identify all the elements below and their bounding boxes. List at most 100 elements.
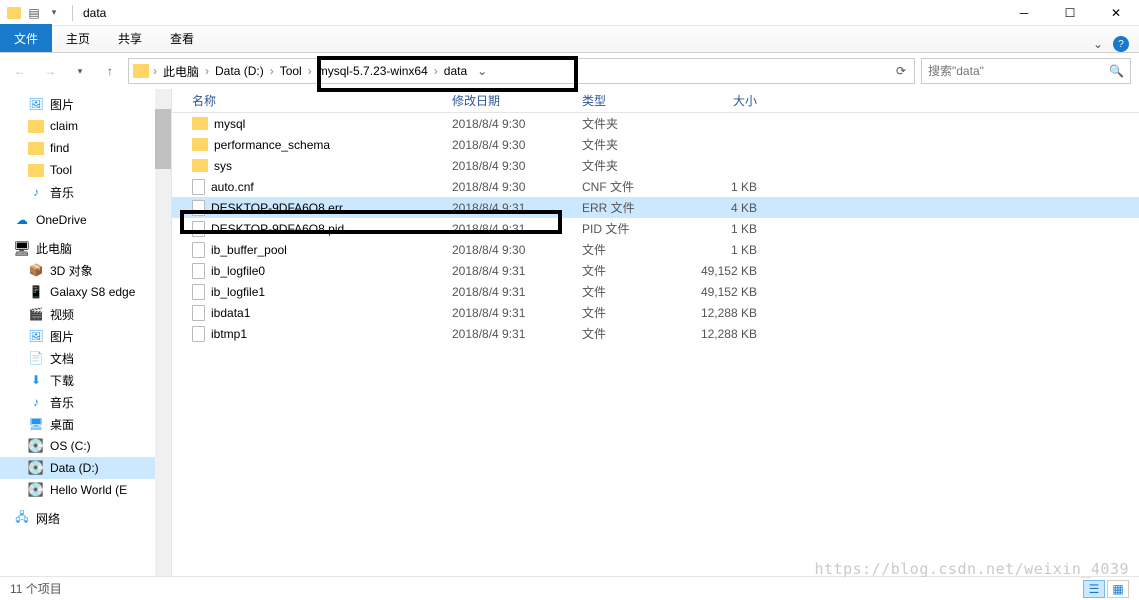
chevron-right-icon[interactable]: › bbox=[203, 64, 211, 78]
breadcrumb-dropdown[interactable]: ⌄ bbox=[471, 64, 493, 78]
file-size: 12,288 KB bbox=[687, 327, 777, 341]
file-date: 2018/8/4 9:30 bbox=[452, 138, 582, 152]
sidebar-item[interactable]: Hello World (E bbox=[0, 479, 171, 501]
chevron-right-icon[interactable]: › bbox=[432, 64, 440, 78]
qat-dropdown[interactable]: ▾ bbox=[46, 5, 62, 21]
sidebar-label: 下载 bbox=[50, 372, 74, 389]
sidebar-thispc[interactable]: 此电脑 bbox=[0, 237, 171, 259]
file-icon bbox=[192, 242, 205, 258]
folder-icon bbox=[28, 142, 44, 155]
file-name-cell: auto.cnf bbox=[192, 179, 452, 195]
file-date: 2018/8/4 9:31 bbox=[452, 327, 582, 341]
tab-share[interactable]: 共享 bbox=[104, 24, 156, 52]
sidebar-item[interactable]: ♪音乐 bbox=[0, 181, 171, 203]
breadcrumb[interactable]: › 此电脑 › Data (D:) › Tool › mysql-5.7.23-… bbox=[128, 58, 915, 84]
file-row[interactable]: ib_logfile02018/8/4 9:31文件49,152 KB bbox=[172, 260, 1139, 281]
minimize-button[interactable]: ─ bbox=[1001, 0, 1047, 26]
file-name: ib_buffer_pool bbox=[211, 243, 287, 257]
sidebar-network[interactable]: 🖧 网络 bbox=[0, 507, 171, 529]
sidebar-label: 此电脑 bbox=[36, 240, 72, 257]
view-buttons: ☰ ▦ bbox=[1083, 580, 1129, 598]
file-row[interactable]: DESKTOP-9DFA6O8.err2018/8/4 9:31ERR 文件4 … bbox=[172, 197, 1139, 218]
refresh-icon[interactable]: ⟳ bbox=[888, 64, 914, 78]
sidebar-label: 网络 bbox=[36, 510, 60, 527]
sidebar-item[interactable]: 📱Galaxy S8 edge bbox=[0, 281, 171, 303]
search-box[interactable]: 🔍 bbox=[921, 58, 1131, 84]
file-row[interactable]: performance_schema2018/8/4 9:30文件夹 bbox=[172, 134, 1139, 155]
music-icon: ♪ bbox=[28, 394, 44, 410]
search-input[interactable] bbox=[928, 64, 1109, 78]
col-name[interactable]: 名称 bbox=[192, 92, 452, 109]
sidebar-item[interactable]: 📦3D 对象 bbox=[0, 259, 171, 281]
sidebar-item[interactable]: Data (D:) bbox=[0, 457, 171, 479]
close-button[interactable]: ✕ bbox=[1093, 0, 1139, 26]
window-controls: ─ ☐ ✕ bbox=[1001, 0, 1139, 26]
sidebar-item[interactable]: 🎬视频 bbox=[0, 303, 171, 325]
file-row[interactable]: ibdata12018/8/4 9:31文件12,288 KB bbox=[172, 302, 1139, 323]
file-size: 49,152 KB bbox=[687, 264, 777, 278]
file-row[interactable]: sys2018/8/4 9:30文件夹 bbox=[172, 155, 1139, 176]
up-button[interactable]: ↑ bbox=[98, 59, 122, 83]
col-type[interactable]: 类型 bbox=[582, 92, 687, 109]
file-date: 2018/8/4 9:30 bbox=[452, 243, 582, 257]
file-name: auto.cnf bbox=[211, 180, 254, 194]
pic-icon: 🖼 bbox=[28, 96, 44, 112]
sidebar-onedrive[interactable]: ☁ OneDrive bbox=[0, 209, 171, 231]
sidebar-item[interactable]: ⬇下载 bbox=[0, 369, 171, 391]
sidebar-item[interactable]: claim bbox=[0, 115, 171, 137]
col-date[interactable]: 修改日期 bbox=[452, 92, 582, 109]
file-name-cell: DESKTOP-9DFA6O8.err bbox=[192, 200, 452, 216]
file-row[interactable]: ib_buffer_pool2018/8/4 9:30文件1 KB bbox=[172, 239, 1139, 260]
forward-button[interactable]: → bbox=[38, 59, 62, 83]
search-icon[interactable]: 🔍 bbox=[1109, 64, 1124, 78]
file-name-cell: sys bbox=[192, 159, 452, 173]
file-row[interactable]: ib_logfile12018/8/4 9:31文件49,152 KB bbox=[172, 281, 1139, 302]
scroll-thumb[interactable] bbox=[155, 109, 171, 169]
recent-dropdown[interactable]: ▾ bbox=[68, 59, 92, 83]
sidebar-label: Tool bbox=[50, 163, 72, 177]
scrollbar[interactable] bbox=[155, 89, 171, 576]
breadcrumb-item[interactable]: data bbox=[440, 64, 471, 78]
col-size[interactable]: 大小 bbox=[687, 92, 777, 109]
file-row[interactable]: mysql2018/8/4 9:30文件夹 bbox=[172, 113, 1139, 134]
file-type: 文件 bbox=[582, 241, 687, 258]
separator bbox=[72, 5, 73, 21]
title-bar: ▤ ▾ data ─ ☐ ✕ bbox=[0, 0, 1139, 26]
breadcrumb-item[interactable]: 此电脑 bbox=[159, 63, 203, 80]
sidebar-item[interactable]: Tool bbox=[0, 159, 171, 181]
tab-home[interactable]: 主页 bbox=[52, 24, 104, 52]
back-button[interactable]: ← bbox=[8, 59, 32, 83]
tab-view[interactable]: 查看 bbox=[156, 24, 208, 52]
sidebar-item[interactable]: OS (C:) bbox=[0, 435, 171, 457]
file-row[interactable]: DESKTOP-9DFA6O8.pid2018/8/4 9:31PID 文件1 … bbox=[172, 218, 1139, 239]
help-icon[interactable]: ? bbox=[1113, 36, 1129, 52]
file-tab[interactable]: 文件 bbox=[0, 24, 52, 52]
sidebar-item[interactable]: 🖼图片 bbox=[0, 325, 171, 347]
maximize-button[interactable]: ☐ bbox=[1047, 0, 1093, 26]
file-name: ib_logfile1 bbox=[211, 285, 265, 299]
file-row[interactable]: auto.cnf2018/8/4 9:30CNF 文件1 KB bbox=[172, 176, 1139, 197]
file-row[interactable]: ibtmp12018/8/4 9:31文件12,288 KB bbox=[172, 323, 1139, 344]
details-view-button[interactable]: ☰ bbox=[1083, 580, 1105, 598]
sidebar-item[interactable]: ♪音乐 bbox=[0, 391, 171, 413]
chevron-right-icon[interactable]: › bbox=[268, 64, 276, 78]
main-area: 🖼图片claimfindTool♪音乐 ☁ OneDrive 此电脑 📦3D 对… bbox=[0, 89, 1139, 576]
sidebar-item[interactable]: find bbox=[0, 137, 171, 159]
breadcrumb-item[interactable]: Data (D:) bbox=[211, 64, 268, 78]
breadcrumb-item[interactable]: mysql-5.7.23-winx64 bbox=[314, 64, 432, 78]
chevron-right-icon[interactable]: › bbox=[306, 64, 314, 78]
sidebar-label: 文档 bbox=[50, 350, 74, 367]
file-date: 2018/8/4 9:30 bbox=[452, 159, 582, 173]
sidebar-item[interactable]: 📄 文档 bbox=[0, 347, 171, 369]
icons-view-button[interactable]: ▦ bbox=[1107, 580, 1129, 598]
sidebar-item[interactable]: 🖥桌面 bbox=[0, 413, 171, 435]
breadcrumb-item[interactable]: Tool bbox=[276, 64, 306, 78]
qat-icon[interactable]: ▤ bbox=[26, 5, 42, 21]
doc-icon: 📄 bbox=[28, 350, 44, 366]
sidebar-label: Data (D:) bbox=[50, 461, 99, 475]
sidebar-item[interactable]: 🖼图片 bbox=[0, 93, 171, 115]
ribbon-expand-icon[interactable]: ⌄ bbox=[1093, 37, 1103, 51]
chevron-right-icon[interactable]: › bbox=[151, 64, 159, 78]
file-date: 2018/8/4 9:30 bbox=[452, 117, 582, 131]
file-size: 49,152 KB bbox=[687, 285, 777, 299]
